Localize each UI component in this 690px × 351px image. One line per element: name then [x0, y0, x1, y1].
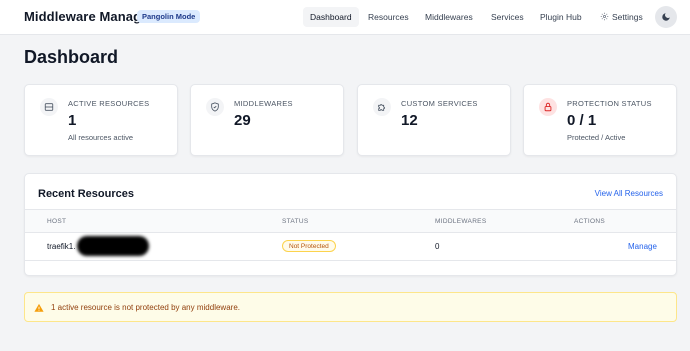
puzzle-icon — [373, 98, 391, 116]
nav-plugin-hub[interactable]: Plugin Hub — [533, 7, 589, 27]
app-title[interactable]: Middleware Manager — [24, 9, 154, 24]
recent-resources-title: Recent Resources — [38, 188, 134, 200]
status-badge: Not Protected — [282, 240, 336, 252]
nav-dashboard[interactable]: Dashboard — [303, 7, 359, 27]
column-header-actions: Actions — [574, 218, 605, 225]
stat-label: Protection Status — [567, 99, 652, 108]
theme-toggle-button[interactable] — [655, 6, 677, 28]
column-header-host: Host — [47, 218, 67, 225]
page-title: Dashboard — [24, 47, 119, 67]
nav-settings[interactable]: Settings — [593, 7, 650, 27]
shield-icon — [206, 98, 224, 116]
nav-middlewares[interactable]: Middlewares — [418, 7, 480, 27]
middlewares-count-cell: 0 — [435, 242, 440, 251]
top-navbar: Middleware Manager Pangolin Mode Dashboa… — [0, 0, 690, 35]
column-header-middlewares: Middlewares — [435, 218, 487, 225]
column-header-status: Status — [282, 218, 309, 225]
view-all-resources-link[interactable]: View All Resources — [595, 189, 663, 198]
stat-value: 1 — [68, 112, 77, 129]
redacted-host-mask — [77, 236, 149, 256]
stat-card-active-resources: Active Resources 1 All resources active — [24, 84, 178, 156]
gear-icon — [600, 12, 609, 21]
stat-card-custom-services: Custom Services 12 — [357, 84, 511, 156]
manage-button[interactable]: Manage — [628, 242, 657, 251]
warning-text: 1 active resource is not protected by an… — [51, 303, 240, 312]
stat-value: 29 — [234, 112, 251, 129]
nav-settings-label: Settings — [612, 12, 643, 22]
nav-resources[interactable]: Resources — [361, 7, 416, 27]
stat-value: 12 — [401, 112, 418, 129]
mode-badge: Pangolin Mode — [137, 10, 201, 23]
table-header: Host Status Middlewares Actions — [25, 209, 676, 233]
stat-label: Active Resources — [68, 99, 150, 108]
warning-banner: 1 active resource is not protected by an… — [24, 292, 677, 322]
stat-subtext: All resources active — [68, 133, 134, 142]
lock-icon — [539, 98, 557, 116]
server-icon — [40, 98, 58, 116]
stat-card-protection-status: Protection Status 0 / 1 Protected / Acti… — [523, 84, 677, 156]
recent-resources-panel: Recent Resources View All Resources Host… — [24, 173, 677, 276]
stat-subtext: Protected / Active — [567, 133, 626, 142]
stat-value: 0 / 1 — [567, 112, 597, 129]
stat-label: Middlewares — [234, 99, 293, 108]
moon-icon — [662, 13, 670, 21]
table-row: traefik1. Not Protected 0 Manage — [25, 233, 676, 261]
stat-label: Custom Services — [401, 99, 478, 108]
warning-icon — [34, 303, 44, 312]
host-cell: traefik1. — [47, 242, 76, 251]
stat-card-middlewares: Middlewares 29 — [190, 84, 344, 156]
nav-services[interactable]: Services — [484, 7, 531, 27]
